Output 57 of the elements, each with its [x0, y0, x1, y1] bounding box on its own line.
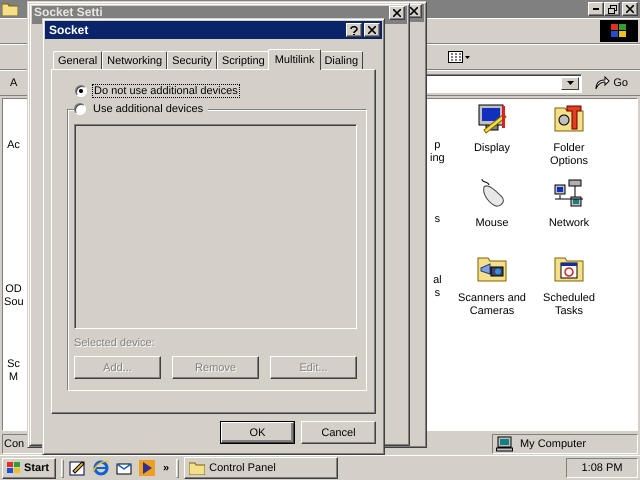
icon-label: s: [434, 213, 442, 226]
icon-label: OD Sou: [4, 283, 23, 309]
window-title: Socket Setti: [34, 6, 103, 18]
folder-icon: [189, 461, 206, 475]
icon-label[interactable]: Scanners and Cameras: [451, 292, 533, 318]
close-icon: [626, 5, 634, 13]
radio-button[interactable]: [75, 85, 87, 97]
close-button[interactable]: [364, 23, 380, 37]
dialog-button[interactable]: OK: [220, 421, 295, 444]
dialog-button[interactable]: Cancel: [301, 421, 376, 444]
icon-label[interactable]: Display: [474, 142, 510, 155]
views-icon: [448, 51, 470, 63]
icon-label[interactable]: Network: [548, 217, 590, 230]
tab[interactable]: General: [53, 51, 102, 69]
icon-label: al s: [432, 274, 443, 300]
tab[interactable]: Multilink: [268, 49, 322, 70]
icon-label: Sc M: [6, 358, 21, 384]
help-button[interactable]: [346, 23, 362, 37]
tab[interactable]: Scripting: [216, 51, 270, 69]
address-label: A: [10, 77, 18, 89]
windows-logo: [600, 20, 638, 42]
window-title: Socket: [49, 23, 88, 37]
icon-label[interactable]: Folder Options: [533, 142, 605, 168]
dropdown-button[interactable]: [561, 76, 580, 90]
browser-icon[interactable]: [92, 459, 110, 477]
arrow-icon: [594, 76, 610, 90]
task-button[interactable]: Control Panel: [184, 457, 338, 479]
views-button[interactable]: [446, 49, 472, 65]
selected-device-label: Selected device:: [74, 337, 156, 349]
caret-icon: [566, 81, 574, 85]
start-button[interactable]: Start: [2, 458, 56, 478]
monitor-icon: [476, 102, 508, 134]
clock[interactable]: 1:08 PM: [566, 458, 638, 478]
icon-label: p ing: [430, 139, 445, 165]
tab[interactable]: Security: [167, 51, 217, 69]
computer-icon: [496, 436, 514, 452]
network-icon: [553, 177, 585, 209]
chevron-button[interactable]: »: [163, 462, 170, 474]
windows-flag-icon: [6, 461, 22, 475]
media-player-icon[interactable]: [138, 459, 156, 477]
close-icon: [410, 7, 418, 15]
icon-label[interactable]: Scheduled Tasks: [533, 292, 605, 318]
tab[interactable]: Dialing: [319, 51, 364, 69]
go-button[interactable]: Go: [588, 75, 634, 91]
close-button[interactable]: [389, 6, 405, 20]
close-icon: [393, 9, 401, 17]
icon-label: Ac: [6, 139, 21, 152]
folder-icon: [2, 2, 18, 16]
tab[interactable]: Networking: [102, 51, 168, 69]
radio-label[interactable]: Do not use additional devices: [92, 84, 240, 98]
minimize-icon: [593, 8, 599, 10]
icon-label[interactable]: Mouse: [475, 217, 509, 230]
help-icon: [350, 26, 358, 34]
zone-label: My Computer: [520, 438, 586, 450]
close-icon: [368, 26, 376, 34]
restore-icon: [608, 4, 616, 14]
desktop-icon[interactable]: [69, 459, 87, 477]
